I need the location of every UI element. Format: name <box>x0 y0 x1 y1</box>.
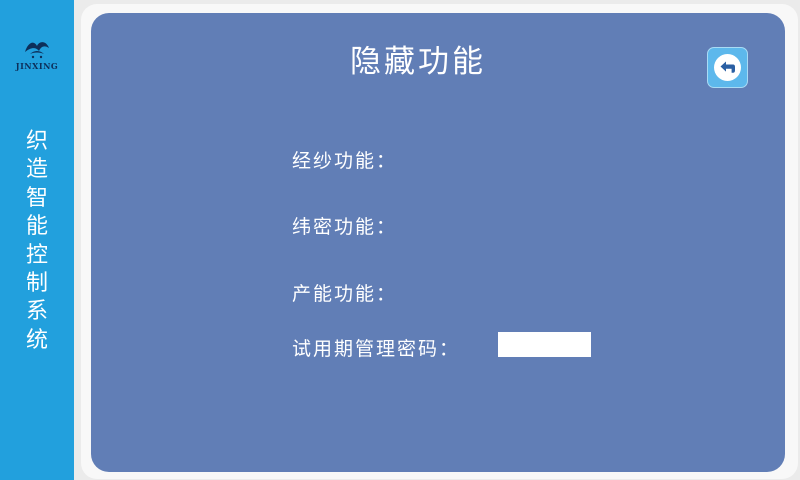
back-arrow-icon <box>714 54 741 81</box>
output-function-label: 产能功能： <box>292 283 398 305</box>
trial-password-input[interactable] <box>498 332 591 357</box>
trial-password-label: 试用期管理密码： <box>292 338 461 360</box>
system-name-char: 统 <box>25 327 48 353</box>
system-name-char: 能 <box>25 214 48 240</box>
system-name-char: 控 <box>25 242 48 268</box>
system-name: 织 造 智 能 控 制 系 统 <box>0 128 74 355</box>
system-name-char: 智 <box>25 185 48 211</box>
warp-function-label: 经纱功能： <box>292 150 398 172</box>
page-title: 隐藏功能 <box>350 44 486 80</box>
system-name-char: 造 <box>25 157 48 183</box>
system-name-char: 织 <box>25 129 48 154</box>
weft-density-function-label: 纬密功能： <box>292 216 398 238</box>
back-button[interactable] <box>707 47 748 88</box>
system-name-char: 系 <box>25 299 48 325</box>
main-panel <box>91 13 785 472</box>
system-name-char: 制 <box>25 271 48 297</box>
